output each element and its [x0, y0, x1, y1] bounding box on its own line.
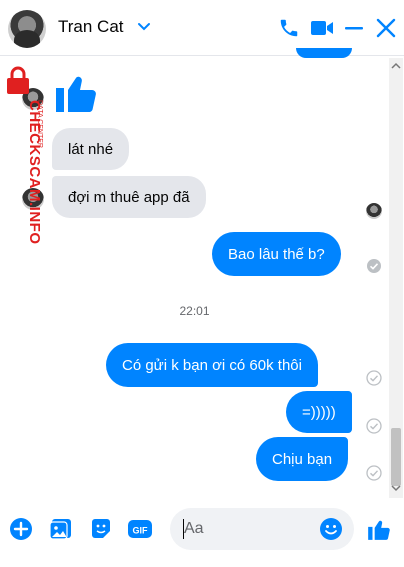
like-sticker: [52, 68, 100, 121]
previous-message-bubble: [296, 48, 352, 58]
watermark-subtext: DATA CENTER: [36, 100, 43, 148]
message-bubble-incoming[interactable]: lát nhé: [52, 128, 130, 170]
minimize-icon[interactable]: [341, 15, 367, 41]
svg-text:GIF: GIF: [133, 526, 149, 536]
seen-avatar: [366, 203, 382, 219]
message-timestamp: 22:01: [179, 304, 210, 318]
close-icon[interactable]: [373, 15, 399, 41]
image-icon[interactable]: [48, 516, 74, 542]
plus-icon[interactable]: [8, 516, 34, 542]
scrollbar-thumb[interactable]: [391, 428, 401, 486]
phone-icon[interactable]: [276, 15, 302, 41]
sent-check-icon: [366, 465, 382, 481]
like-icon[interactable]: [366, 516, 392, 542]
lock-icon: [7, 66, 29, 94]
message-bubble-outgoing[interactable]: Có gửi k bạn ơi có 60k thôi: [106, 343, 318, 387]
watermark: CHECKSCAM.INFO DATA CENTER: [0, 64, 43, 264]
message-bubble-outgoing[interactable]: Bao lâu thế b?: [212, 232, 341, 276]
message-bubble-outgoing[interactable]: Chịu bạn: [256, 437, 349, 481]
message-bubble-incoming[interactable]: đợi m thuê app đã: [52, 176, 206, 218]
scroll-down-arrow[interactable]: [391, 484, 401, 492]
contact-avatar[interactable]: [8, 10, 46, 48]
chevron-down-icon[interactable]: [137, 19, 151, 33]
video-icon[interactable]: [309, 15, 335, 41]
text-caret: [183, 519, 184, 539]
emoji-icon[interactable]: [318, 516, 344, 542]
sent-check-icon: [367, 259, 381, 273]
gif-icon[interactable]: GIF: [127, 516, 153, 542]
contact-name[interactable]: Tran Cat: [58, 17, 124, 37]
scroll-up-arrow[interactable]: [391, 62, 401, 70]
sent-check-icon: [366, 418, 382, 434]
sticker-icon[interactable]: [88, 516, 114, 542]
sent-check-icon: [366, 370, 382, 386]
message-bubble-outgoing[interactable]: =))))): [286, 391, 352, 433]
